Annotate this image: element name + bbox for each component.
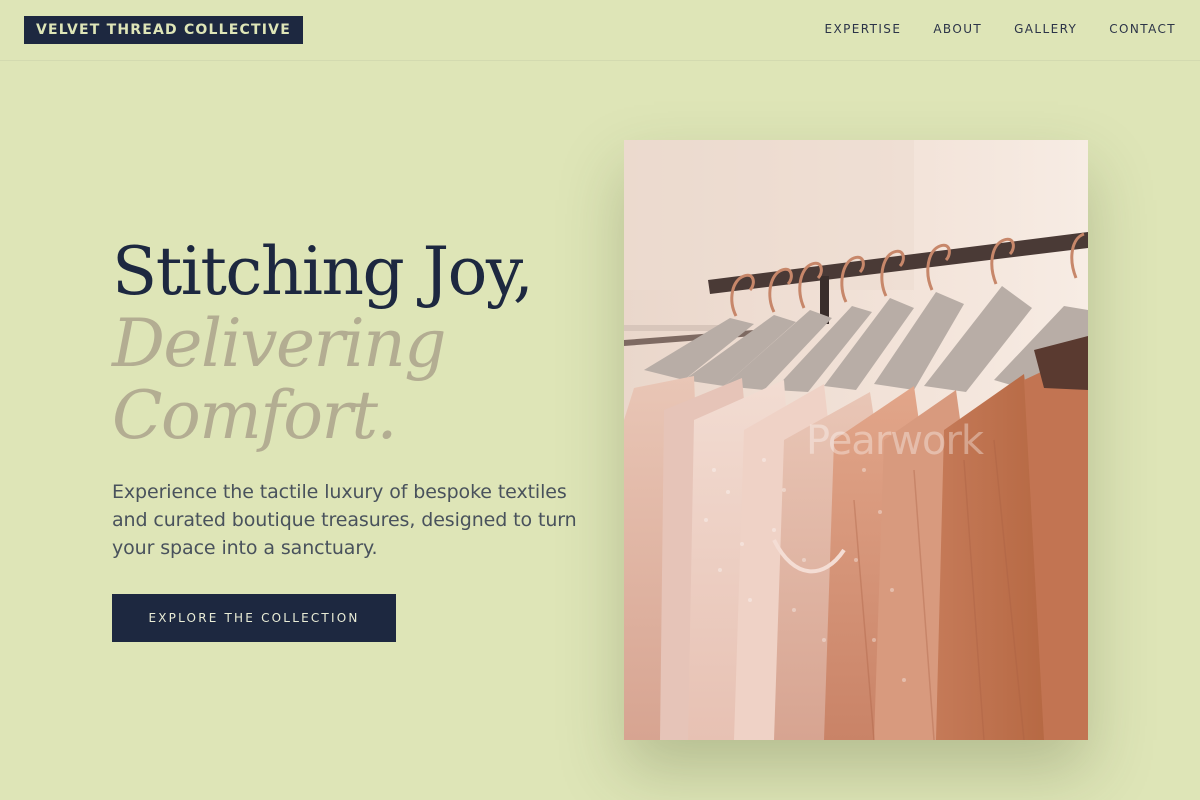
site-header: VELVET THREAD COLLECTIVE EXPERTISE ABOUT… <box>0 0 1200 61</box>
hero-image: Pearwork <box>624 140 1088 740</box>
headline-line-3: Comfort. <box>112 377 398 454</box>
headline-line-1: Stitching Joy, <box>112 233 534 310</box>
brand-logo[interactable]: VELVET THREAD COLLECTIVE <box>24 16 303 44</box>
page: VELVET THREAD COLLECTIVE EXPERTISE ABOUT… <box>0 0 1200 800</box>
hero-description: Experience the tactile luxury of bespoke… <box>112 481 577 559</box>
nav-link-gallery[interactable]: GALLERY <box>1014 20 1077 38</box>
nav-link-about[interactable]: ABOUT <box>933 20 982 38</box>
nav-link-contact[interactable]: CONTACT <box>1109 20 1176 38</box>
headline-line-2: Delivering <box>112 305 446 382</box>
nav-link-expertise[interactable]: EXPERTISE <box>825 20 902 38</box>
hero-headline: Stitching Joy, Delivering Comfort. <box>112 236 592 452</box>
explore-collection-button[interactable]: EXPLORE THE COLLECTION <box>112 594 396 642</box>
main-nav: EXPERTISE ABOUT GALLERY CONTACT <box>825 20 1176 38</box>
image-watermark: Pearwork <box>806 418 984 464</box>
